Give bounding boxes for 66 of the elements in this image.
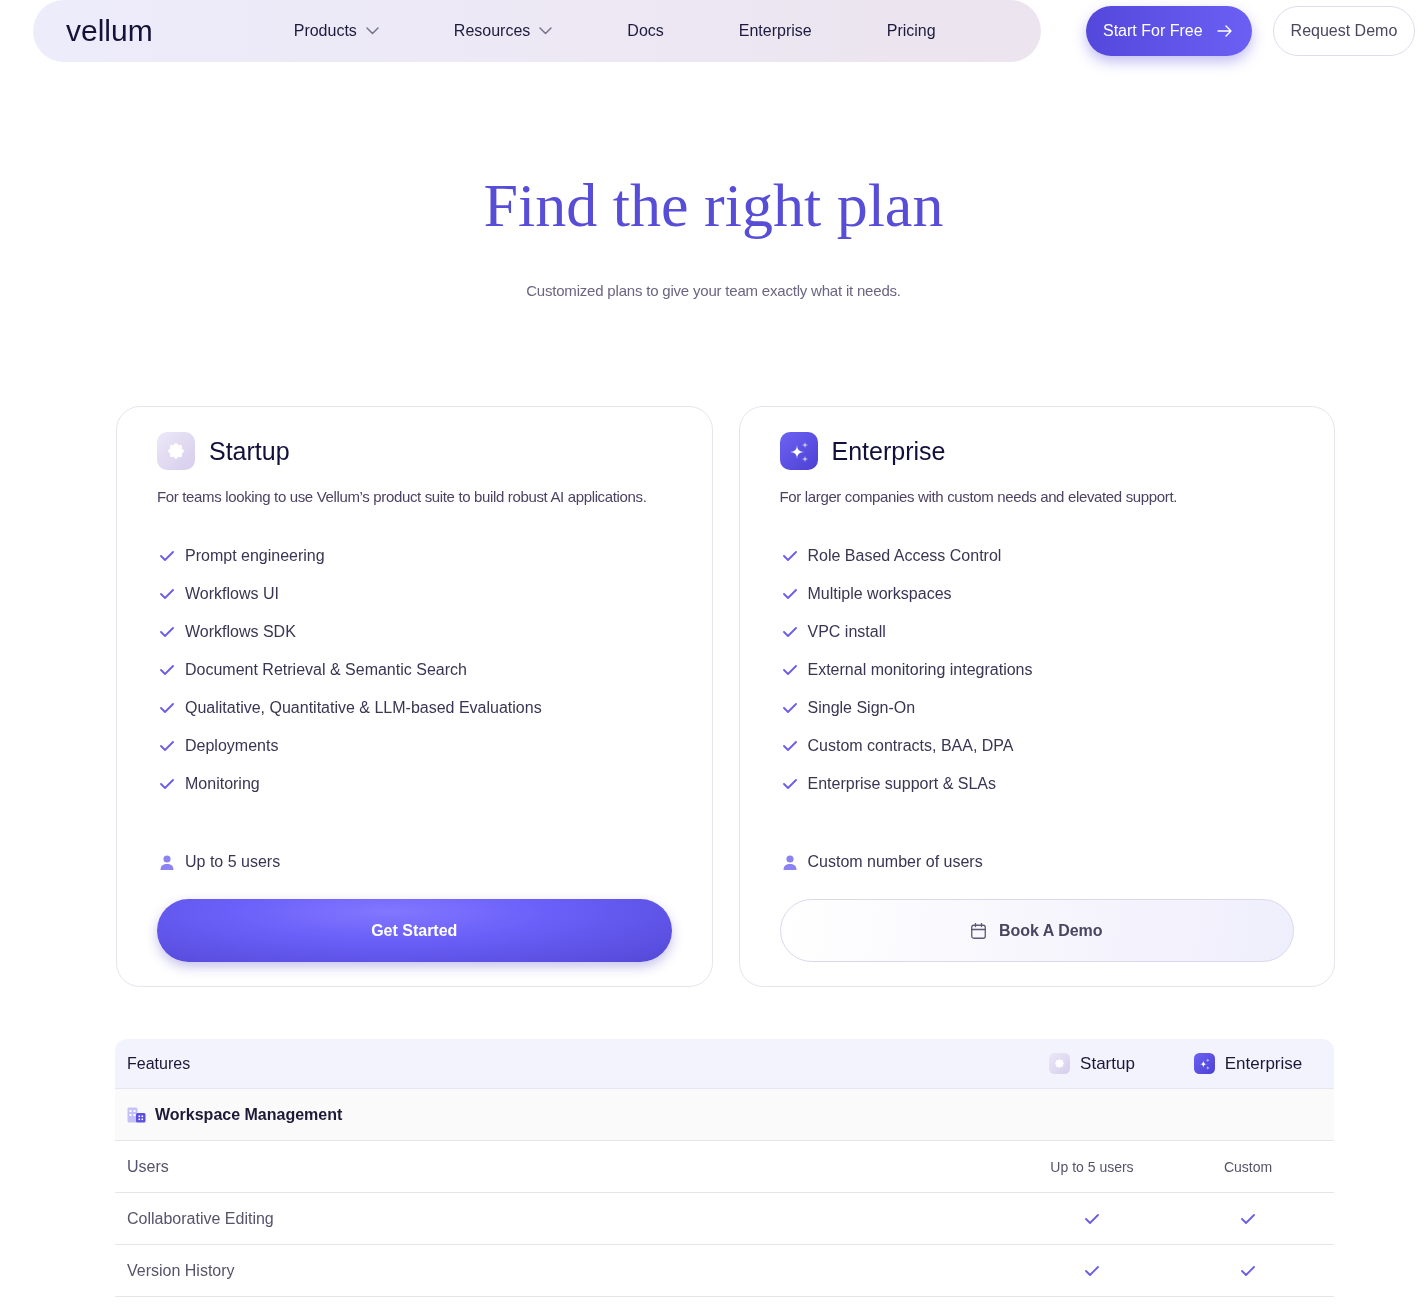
nav-link[interactable]: Docs bbox=[627, 21, 664, 41]
header-button[interactable]: Request Demo bbox=[1272, 6, 1416, 56]
plan-name: Enterprise bbox=[831, 436, 946, 466]
user-limit: Custom number of users bbox=[807, 852, 983, 872]
user-limit: Up to 5 users bbox=[185, 852, 281, 872]
feature-label: Multiple workspaces bbox=[807, 584, 952, 604]
chevron-down-icon bbox=[365, 27, 379, 35]
section-title: Workspace Management bbox=[155, 1105, 343, 1124]
chevron-down-icon bbox=[539, 27, 553, 35]
feature-label: Qualitative, Quantitative & LLM-based Evaluations bbox=[185, 698, 542, 718]
check-icon bbox=[782, 589, 797, 599]
check-icon bbox=[782, 551, 797, 561]
feature-label: VPC install bbox=[807, 622, 886, 642]
check-icon bbox=[160, 665, 174, 675]
logo[interactable]: vellum bbox=[66, 14, 153, 48]
page-subtitle: Customized plans to give your team exactly what it needs. bbox=[526, 281, 901, 301]
nav-link[interactable]: Products bbox=[293, 21, 379, 41]
feature-label: External monitoring integrations bbox=[807, 660, 1033, 680]
plan-name: Startup bbox=[209, 436, 290, 466]
check-icon bbox=[782, 779, 797, 789]
check-icon bbox=[160, 589, 174, 599]
nav-link[interactable]: Resources bbox=[453, 21, 553, 41]
feature-label: Workflows SDK bbox=[185, 622, 296, 642]
cta-button[interactable]: Get Started bbox=[157, 899, 672, 962]
table-cell: Collaborative Editing bbox=[127, 1209, 274, 1228]
column-header: Enterprise bbox=[1224, 1053, 1303, 1074]
page-title: Find the right plan bbox=[483, 170, 944, 241]
nav-link[interactable]: Enterprise bbox=[738, 21, 812, 41]
check-icon bbox=[160, 551, 174, 561]
nav-link[interactable]: Pricing bbox=[886, 21, 936, 41]
feature-label: Deployments bbox=[185, 736, 279, 756]
header-button[interactable]: Start For Free bbox=[1086, 6, 1252, 56]
feature-label: Role Based Access Control bbox=[807, 546, 1002, 566]
plan-description: For larger companies with custom needs and elevated support. bbox=[779, 487, 1178, 507]
sparkle-tile-icon bbox=[779, 432, 818, 470]
sparkle-tile-icon bbox=[1193, 1053, 1215, 1074]
table-cell: Up to 5 users bbox=[1050, 1158, 1134, 1175]
building-icon bbox=[127, 1106, 146, 1123]
feature-label: Single Sign-On bbox=[807, 698, 916, 718]
check-icon bbox=[160, 703, 174, 713]
feature-label: Workflows UI bbox=[185, 584, 279, 604]
user-icon bbox=[782, 854, 797, 870]
check-icon bbox=[782, 741, 797, 751]
table-cell: Users bbox=[127, 1157, 169, 1176]
feature-label: Document Retrieval & Semantic Search bbox=[185, 660, 467, 680]
feature-label: Prompt engineering bbox=[185, 546, 325, 566]
feature-label: Enterprise support & SLAs bbox=[807, 774, 997, 794]
calendar-icon bbox=[970, 922, 986, 939]
check-icon bbox=[782, 665, 797, 675]
check-icon bbox=[782, 627, 797, 637]
user-icon bbox=[160, 854, 174, 870]
check-icon bbox=[160, 627, 174, 637]
column-header: Features bbox=[127, 1054, 191, 1073]
table-cell: Custom bbox=[1223, 1158, 1273, 1175]
plan-description: For teams looking to use Vellum’s product suite to build robust AI applications. bbox=[157, 487, 647, 507]
cta-button[interactable]: Book A Demo bbox=[779, 899, 1294, 962]
table-cell: Version History bbox=[127, 1261, 235, 1280]
arrow-right-icon bbox=[1216, 25, 1232, 37]
feature-label: Custom contracts, BAA, DPA bbox=[807, 736, 1014, 756]
flower-tile-icon bbox=[157, 432, 195, 470]
check-icon bbox=[782, 703, 797, 713]
feature-label: Monitoring bbox=[185, 774, 260, 794]
column-header: Startup bbox=[1080, 1053, 1135, 1074]
check-icon bbox=[160, 779, 174, 789]
check-icon bbox=[160, 741, 174, 751]
flower-tile-icon bbox=[1049, 1053, 1071, 1074]
